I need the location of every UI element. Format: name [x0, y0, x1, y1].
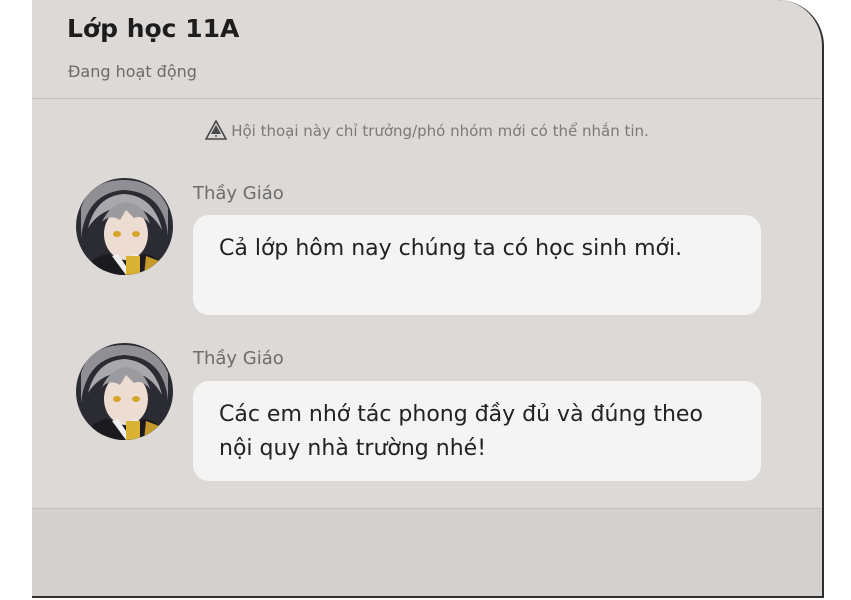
sender-name: Thầy Giáo: [193, 348, 284, 369]
warning-triangle-icon: [204, 119, 228, 140]
chat-panel: Lớp học 11A Đang hoạt động Hội thoại này…: [32, 0, 824, 598]
restriction-notice: Hội thoại này chỉ trưởng/phó nhóm mới có…: [32, 119, 822, 140]
avatar-image: [76, 343, 173, 440]
avatar[interactable]: [76, 178, 173, 275]
chat-status: Đang hoạt động: [68, 62, 197, 81]
message-bubble[interactable]: Các em nhớ tác phong đầy đủ và đúng theo…: [193, 381, 761, 481]
message-bubble[interactable]: Cả lớp hôm nay chúng ta có học sinh mới.: [193, 215, 761, 315]
chat-header: Lớp học 11A Đang hoạt động: [32, 0, 822, 99]
avatar[interactable]: [76, 343, 173, 440]
message-input-area: [32, 508, 822, 596]
avatar-image: [76, 178, 173, 275]
chat-title: Lớp học 11A: [67, 14, 240, 43]
restriction-notice-text: Hội thoại này chỉ trưởng/phó nhóm mới có…: [231, 122, 649, 140]
sender-name: Thầy Giáo: [193, 183, 284, 204]
